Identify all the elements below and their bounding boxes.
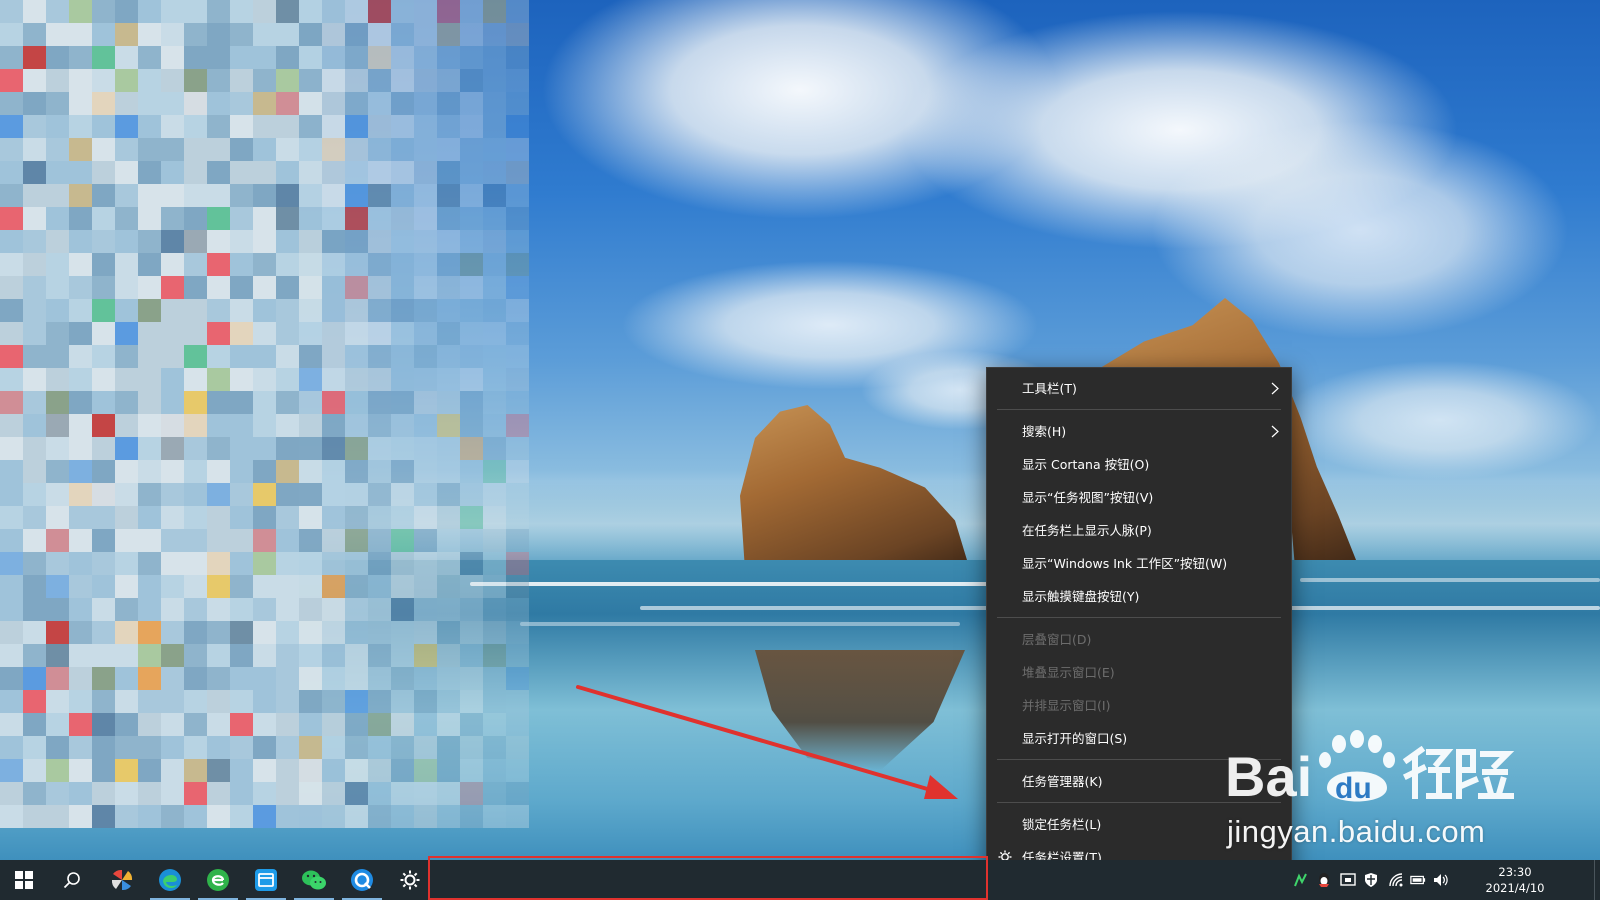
menu-item-label: 显示 Cortana 按钮(O) (1022, 457, 1150, 472)
qq-icon[interactable] (1316, 872, 1332, 888)
clock-time: 23:30 (1498, 865, 1532, 879)
system-tray (1290, 860, 1460, 900)
menu-item-search[interactable]: 搜索(H) (987, 415, 1291, 448)
volume-icon[interactable] (1433, 872, 1449, 888)
pixelated-desktop-icons (0, 0, 529, 840)
shield-icon[interactable] (1363, 872, 1379, 888)
taskbar-wechat[interactable] (290, 860, 338, 900)
taskbar-clock[interactable]: 23:30 2021/4/10 (1472, 864, 1558, 898)
menu-separator (997, 409, 1281, 410)
svg-text:Bai: Bai (1225, 745, 1312, 808)
menu-item-label: 显示打开的窗口(S) (1022, 731, 1128, 746)
menu-item-stack-windows: 堆叠显示窗口(E) (987, 656, 1291, 689)
wifi-icon[interactable] (1388, 872, 1404, 888)
menu-item-show-touch-keyboard[interactable]: 显示触摸键盘按钮(Y) (987, 580, 1291, 613)
menu-separator (997, 617, 1281, 618)
show-desktop-button[interactable] (1594, 860, 1600, 900)
menu-item-show-task-view-button[interactable]: 显示“任务视图”按钮(V) (987, 481, 1291, 514)
menu-item-label: 任务管理器(K) (1022, 774, 1103, 789)
baidu-jingyan-watermark: Bai du jingyan.baidu.com (1225, 730, 1525, 870)
menu-item-side-by-side: 并排显示窗口(I) (987, 689, 1291, 722)
menu-item-label: 并排显示窗口(I) (1022, 698, 1111, 713)
menu-item-label: 显示“Windows Ink 工作区”按钮(W) (1022, 556, 1228, 571)
menu-item-toolbars[interactable]: 工具栏(T) (987, 372, 1291, 405)
start-button[interactable] (0, 860, 48, 900)
taskbar-edge[interactable] (146, 860, 194, 900)
pinwheel-app-icon (111, 869, 133, 891)
wave (470, 582, 990, 586)
menu-item-label: 锁定任务栏(L) (1022, 817, 1102, 832)
taskbar-360-browser[interactable] (194, 860, 242, 900)
annotation-arrow (576, 685, 958, 799)
chevron-right-icon (1269, 372, 1281, 405)
menu-item-label: 在任务栏上显示人脉(P) (1022, 523, 1152, 538)
windows-logo-icon (15, 871, 33, 889)
menu-item-label: 层叠窗口(D) (1022, 632, 1092, 647)
search-icon (63, 872, 80, 889)
cloud (1150, 120, 1570, 340)
taskbar-blue-window-app[interactable] (242, 860, 290, 900)
watermark-url: jingyan.baidu.com (1227, 814, 1486, 849)
menu-item-show-windows-ink[interactable]: 显示“Windows Ink 工作区”按钮(W) (987, 547, 1291, 580)
wave (640, 606, 990, 610)
menu-item-show-people[interactable]: 在任务栏上显示人脉(P) (987, 514, 1291, 547)
menu-item-label: 显示触摸键盘按钮(Y) (1022, 589, 1140, 604)
taskbar-app-pinwheel[interactable] (98, 860, 146, 900)
menu-item-label: 工具栏(T) (1022, 381, 1077, 396)
q-browser-icon (351, 869, 373, 891)
wechat-icon (302, 870, 326, 890)
gear-icon (400, 870, 420, 890)
taskbar-q-browser[interactable] (338, 860, 386, 900)
blue-window-icon (255, 869, 277, 891)
battery-icon[interactable] (1410, 872, 1426, 888)
security-center-icon[interactable] (1340, 872, 1356, 888)
taskbar-settings[interactable] (386, 860, 434, 900)
network-activity-icon[interactable] (1293, 872, 1309, 888)
menu-item-label: 显示“任务视图”按钮(V) (1022, 490, 1154, 505)
menu-item-label: 搜索(H) (1022, 424, 1067, 439)
edge-icon (159, 869, 181, 891)
menu-item-label: 堆叠显示窗口(E) (1022, 665, 1115, 680)
globe-e-icon (207, 869, 229, 891)
wave (1290, 606, 1600, 610)
cloud (1280, 360, 1600, 480)
menu-item-cascade-windows: 层叠窗口(D) (987, 623, 1291, 656)
baidu-jingyan-logo: Bai du (1225, 730, 1515, 808)
menu-item-show-cortana-button[interactable]: 显示 Cortana 按钮(O) (987, 448, 1291, 481)
wave (1300, 578, 1600, 582)
wave (520, 622, 960, 626)
annotation-highlight-box (428, 856, 988, 900)
chevron-right-icon (1269, 415, 1281, 448)
clock-date: 2021/4/10 (1485, 881, 1545, 895)
search-button[interactable] (48, 860, 96, 900)
svg-text:du: du (1335, 772, 1372, 805)
